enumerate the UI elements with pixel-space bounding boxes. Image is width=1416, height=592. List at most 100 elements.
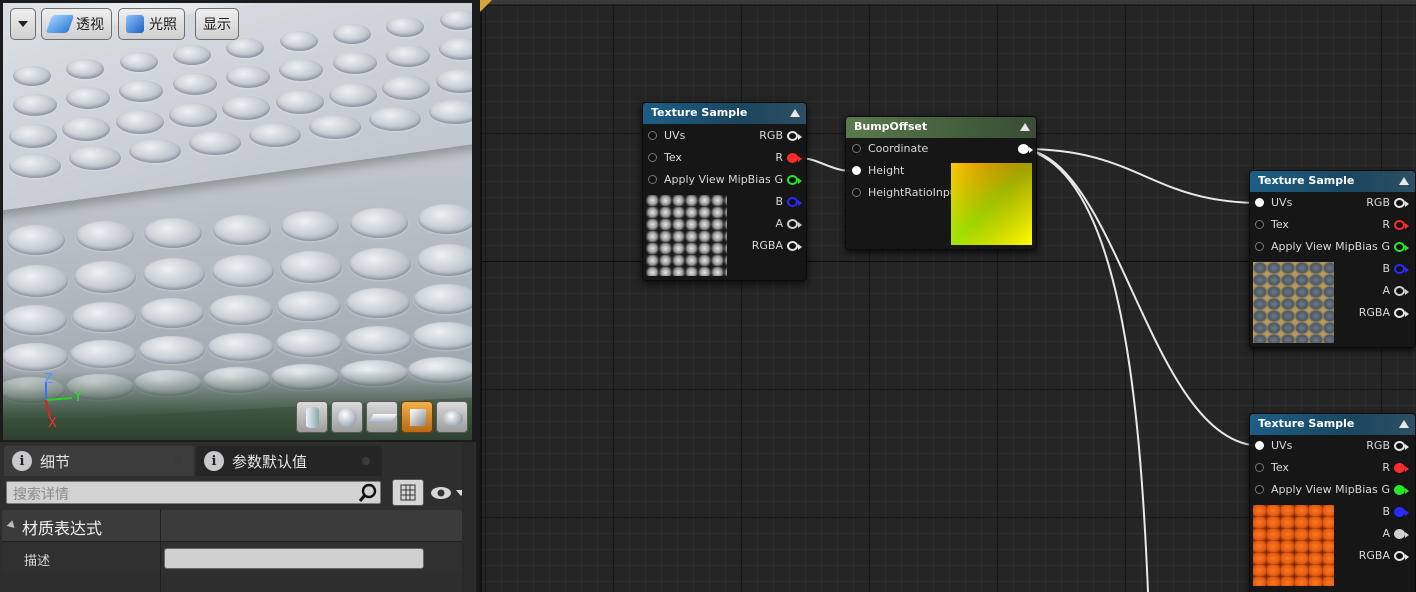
preview-bump (211, 254, 274, 287)
node-title: BumpOffset (854, 120, 928, 133)
input-pin-height[interactable] (852, 166, 861, 175)
preview-bump (7, 224, 65, 255)
input-pin-uvs[interactable] (1255, 198, 1264, 207)
graph-corner-marker (480, 0, 492, 12)
output-pin-rgb[interactable] (1394, 441, 1409, 451)
output-pin-rgba[interactable] (1394, 308, 1409, 318)
show-button[interactable]: 显示 (195, 8, 239, 40)
property-label: 描述 (24, 554, 51, 569)
preview-bump (382, 75, 431, 100)
collapse-triangle-icon[interactable] (1020, 123, 1030, 131)
perspective-button[interactable]: 透视 (41, 8, 112, 40)
preview-bump (140, 298, 205, 329)
description-field[interactable] (164, 548, 424, 569)
preview-bump (280, 251, 343, 284)
input-pin-apply-view-mipbias[interactable] (648, 175, 657, 184)
output-pin-b[interactable] (1394, 507, 1409, 517)
details-scrollbar[interactable] (462, 442, 474, 592)
preview-bump (3, 343, 68, 372)
search-icon[interactable] (358, 483, 378, 503)
preview-bump (226, 37, 265, 58)
output-label-g: G (1381, 240, 1390, 253)
node-title: Texture Sample (651, 106, 748, 119)
node-header[interactable]: Texture Sample (643, 103, 806, 124)
input-pin-uvs[interactable] (648, 131, 657, 140)
input-pin-apply-view-mipbias[interactable] (1255, 485, 1264, 494)
output-label-b: B (775, 195, 783, 208)
preview-bump (279, 31, 318, 52)
search-details-input[interactable]: 搜索详情 (6, 481, 381, 504)
output-label-rgba: RGBA (1358, 549, 1390, 562)
tab-details-close-icon[interactable] (174, 457, 182, 465)
grid-icon (400, 484, 416, 501)
input-pin-heightratioinput[interactable] (852, 188, 861, 197)
output-pin-g[interactable] (787, 175, 802, 185)
input-label-height: Height (868, 164, 905, 177)
preview-bump (332, 52, 377, 75)
cobblestone-texture-thumbnail (1253, 262, 1334, 343)
output-pin-b[interactable] (1394, 264, 1409, 274)
preview-bump (349, 207, 408, 238)
node-header[interactable]: Texture Sample (1250, 171, 1415, 192)
tab-parameter-defaults[interactable]: i 参数默认值 (196, 446, 382, 476)
output-label-rgba: RGBA (1358, 306, 1390, 319)
category-label: 材质表达式 (22, 519, 103, 538)
viewport-options-button[interactable] (10, 8, 36, 40)
output-pin-rgb[interactable] (787, 131, 802, 141)
property-matrix-button[interactable] (392, 479, 424, 506)
tab-parameter-defaults-close-icon[interactable] (362, 457, 370, 465)
collapse-triangle-icon[interactable] (790, 109, 800, 117)
input-pin-coordinate[interactable] (852, 144, 861, 153)
perspective-label: 透视 (76, 17, 104, 33)
preview-bump (345, 287, 410, 318)
input-pin-tex[interactable] (1255, 463, 1264, 472)
input-label-uvs: UVs (1271, 196, 1293, 209)
preview-bump (143, 258, 205, 290)
preview-bump (172, 72, 217, 95)
output-label-r: R (1382, 461, 1390, 474)
input-pin-tex[interactable] (648, 153, 657, 162)
heightmap-texture-thumbnail (646, 195, 727, 276)
output-label-rgb: RGB (1366, 439, 1390, 452)
input-pin-apply-view-mipbias[interactable] (1255, 242, 1264, 251)
output-pin-r[interactable] (1394, 220, 1409, 230)
orange-normal-texture-thumbnail (1253, 505, 1334, 586)
output-pin-b[interactable] (787, 197, 802, 207)
preview-bump (348, 247, 411, 280)
node-header[interactable]: Texture Sample (1250, 414, 1415, 435)
preview-sphere-button[interactable] (331, 401, 363, 433)
output-pin-a[interactable] (1394, 529, 1409, 539)
node-header[interactable]: BumpOffset (846, 117, 1036, 138)
preview-bump (66, 58, 105, 79)
output-pin-rgba[interactable] (1394, 551, 1409, 561)
node-title: Texture Sample (1258, 174, 1355, 187)
output-pin-r[interactable] (1394, 463, 1409, 473)
preview-bump (344, 325, 411, 354)
output-pin-g[interactable] (1394, 485, 1409, 495)
output-pin-result[interactable] (1018, 144, 1033, 154)
graph-top-border (480, 0, 1416, 4)
output-label-rgba: RGBA (751, 239, 783, 252)
input-label-uvs: UVs (1271, 439, 1293, 452)
preview-teapot-button[interactable] (436, 401, 468, 433)
input-pin-uvs[interactable] (1255, 441, 1264, 450)
preview-cylinder-button[interactable] (296, 401, 328, 433)
output-pin-rgb[interactable] (1394, 198, 1409, 208)
collapse-triangle-icon[interactable] (1399, 420, 1409, 428)
lit-button[interactable]: 光照 (118, 8, 185, 40)
tab-details[interactable]: i 细节 (4, 446, 194, 476)
output-pin-r[interactable] (787, 153, 802, 163)
column-divider[interactable] (160, 510, 161, 592)
preview-bump (189, 130, 241, 155)
preview-bump (173, 44, 211, 65)
collapse-triangle-icon[interactable] (1399, 177, 1409, 185)
preview-cube-button[interactable] (401, 401, 433, 433)
output-pin-a[interactable] (787, 219, 802, 229)
preview-plane-button[interactable] (366, 401, 398, 433)
chevron-down-icon (18, 21, 28, 27)
output-pin-rgba[interactable] (787, 241, 802, 251)
input-pin-tex[interactable] (1255, 220, 1264, 229)
output-label-r: R (775, 151, 783, 164)
output-pin-g[interactable] (1394, 242, 1409, 252)
output-pin-a[interactable] (1394, 286, 1409, 296)
